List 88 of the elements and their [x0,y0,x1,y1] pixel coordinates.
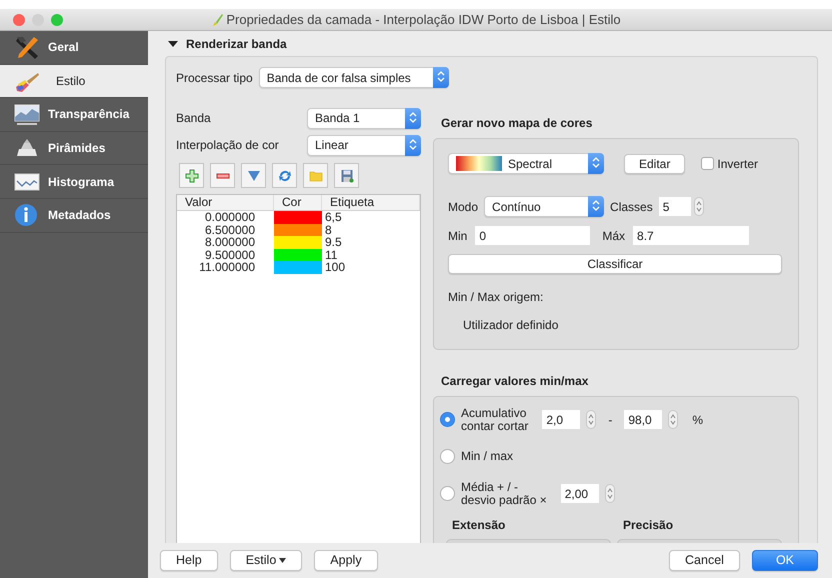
brush-icon [211,12,224,26]
group-title: Extensão [452,517,506,534]
option-label: Acumulativo contar cortar [461,406,528,432]
band-dropdown[interactable]: Banda 1 [307,108,421,128]
window-title: Propriedades da camada - Interpolação IDW Porto de Lisboa | Estilo [226,10,621,29]
table-cell-text: 9.500000 [204,248,256,262]
table-cell-text: 6,5 [324,211,343,224]
move-down-button[interactable] [241,163,266,188]
spinner-arrows[interactable] [668,410,678,429]
render-type-dropdown[interactable]: Banda de cor falsa simples [258,67,449,88]
table-cell-text: 0.000000 [204,211,256,224]
std-dev-factor-field[interactable]: 2,00 [560,484,599,503]
zoom-button[interactable] [51,14,63,26]
plus-icon [184,168,198,182]
color-swatch[interactable] [274,224,322,236]
footer-button[interactable]: Apply [314,550,378,571]
sidebar-item[interactable]: Transparência [0,98,148,132]
group-title: Gerar novo mapa de cores [441,115,594,132]
table-cell-text: 6.500000 [204,224,256,236]
spinner-arrows[interactable] [586,410,596,429]
classify-button[interactable]: Classificar [448,254,782,274]
triangle-icon [246,168,260,182]
style-dropdown-button[interactable]: Estilo [230,550,302,571]
remove-button[interactable] [210,163,235,188]
folder-icon [308,168,322,182]
color-swatch[interactable] [274,211,322,224]
table-cell-text: 8 [324,224,333,236]
option-label: Média + / - desvio padrão × [461,480,547,506]
range-separator: - [608,412,612,428]
max-field[interactable]: 8.7 [633,226,750,245]
table-cell-text: 11 [324,248,338,262]
section-title: Renderizar banda [186,36,287,53]
table-cell-text: 11.000000 [198,261,256,274]
radio-button[interactable] [440,486,455,501]
spinner-arrows[interactable] [604,484,615,503]
table-cell-text: 8.000000 [204,236,256,249]
add-button[interactable] [179,163,204,188]
sidebar-item[interactable]: Metadados [0,198,148,233]
checkbox-label: Inverter [717,156,758,172]
gradient-swatch-icon [456,156,502,171]
group-title: Precisão [623,517,674,534]
unit-label: % [692,412,704,428]
color-swatch[interactable] [274,261,322,274]
info-icon [14,203,40,228]
save-button[interactable] [334,163,359,188]
color-swatch[interactable] [274,248,322,262]
option-label: Min / max [461,450,514,463]
spinner-arrows[interactable] [694,197,704,216]
landscape-icon [14,102,40,126]
column-header[interactable]: Etiqueta [322,195,420,210]
field-label: Min [448,228,468,244]
edit-button[interactable]: Editar [624,154,686,174]
refresh-button[interactable] [272,163,297,188]
collapse-triangle-icon[interactable] [168,40,178,48]
upper-percent-field[interactable]: 98,0 [624,410,662,429]
footer-button[interactable]: Cancel [669,550,740,571]
column-header[interactable]: Cor [274,195,322,210]
close-button[interactable] [13,14,25,26]
field-label: Interpolação de cor [176,137,279,154]
classes-field[interactable]: 5 [658,197,691,216]
table-cell-text: 100 [324,261,346,274]
sidebar-item[interactable]: Estilo [0,64,148,98]
color-ramp-dropdown[interactable]: Spectral [448,153,604,174]
mode-dropdown[interactable]: Contínuo [484,196,604,217]
tools-icon [14,35,40,60]
field-label: Banda [176,110,211,127]
column-header[interactable]: Valor [177,195,274,210]
field-label: Processar tipo [176,70,253,86]
field-label: Máx [602,228,626,244]
field-label: Modo [448,198,478,216]
origin-label: Min / Max origem: [448,289,544,306]
interpolation-dropdown[interactable]: Linear [307,134,421,156]
footer-button[interactable]: Help [160,550,218,571]
radio-button[interactable] [440,412,455,427]
field-label: Classes [610,198,653,216]
sidebar-item[interactable]: Pirâmides [0,132,148,166]
lower-percent-field[interactable]: 2,0 [542,410,580,429]
invert-checkbox[interactable] [701,157,714,170]
sidebar-item[interactable]: Histograma [0,165,148,199]
open-button[interactable] [303,163,328,188]
table-cell-text: 9.5 [324,236,343,249]
origin-value: Utilizador definido [463,317,560,334]
color-swatch[interactable] [274,236,322,249]
caret-icon [279,558,286,563]
group-title: Carregar valores min/max [441,373,590,390]
min-field[interactable]: 0 [475,226,590,245]
refresh-icon [278,168,292,182]
radio-button[interactable] [440,449,455,464]
